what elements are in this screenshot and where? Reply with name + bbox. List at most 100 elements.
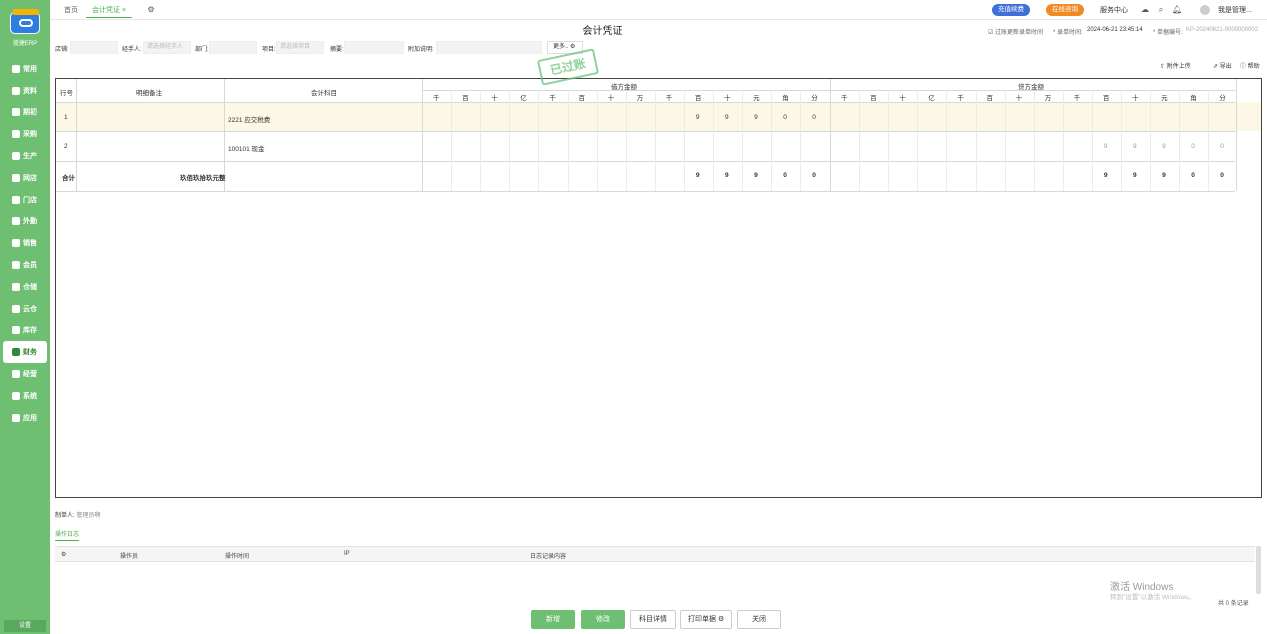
extra-input[interactable] <box>436 41 542 54</box>
sidebar-item[interactable]: 外勤 <box>0 211 50 233</box>
sidebar-item[interactable]: 会员 <box>0 254 50 276</box>
sidebar-item-label: 采购 <box>23 131 37 139</box>
maker-field: 制单人: 管理员啊 <box>55 510 100 519</box>
sidebar-item-label: 财务 <box>23 349 37 357</box>
post-update-checkbox[interactable]: ☑ 过账更新录单时间 <box>988 27 1043 36</box>
store-label: 店铺: <box>55 47 69 53</box>
handler-input[interactable]: 请选择经手人 <box>143 41 191 54</box>
debit-digit: 9 <box>725 114 729 121</box>
grid-vline <box>683 90 685 191</box>
nav-icon <box>12 217 20 226</box>
sidebar-item[interactable]: 销售 <box>0 232 50 254</box>
debit-digit-header: 十 <box>607 95 615 102</box>
tab-operation-log[interactable]: 操作日志 <box>55 529 80 541</box>
debit-digit: 9 <box>695 114 700 121</box>
bell-icon[interactable]: 🔔︎ <box>1172 5 1182 15</box>
grid-vline <box>596 90 598 191</box>
print-button[interactable]: 打印单据 ⚙ <box>680 610 732 629</box>
upload-button[interactable]: ⇧ 附件上传 <box>1160 61 1191 70</box>
gear-icon[interactable]: ⚙ <box>146 5 156 15</box>
sidebar-item[interactable]: 期初 <box>0 102 50 124</box>
grid-vline <box>422 79 423 191</box>
sidebar-item-label: 门店 <box>23 196 37 204</box>
cloud-icon[interactable]: ☁ <box>1140 5 1150 15</box>
maker-label: 制单人: <box>55 513 75 519</box>
grid-vline <box>1179 90 1181 191</box>
sidebar-item[interactable]: 经营 <box>0 363 50 385</box>
search-icon[interactable]: ⌕ <box>1156 5 1166 15</box>
sidebar-item[interactable]: 库存 <box>0 320 50 342</box>
project-input[interactable]: 请选择项目 <box>276 41 324 54</box>
total-debit-digit: 0 <box>812 172 816 179</box>
subject-detail-button[interactable]: 科目详情 <box>630 610 676 629</box>
log-table-header: ⚙ 操作员 操作时间 IP 日志记录内容 <box>55 546 1255 562</box>
sidebar-item-label: 期初 <box>23 109 37 117</box>
record-count: 共 0 条记录 <box>1218 601 1249 607</box>
row-subject[interactable]: 100101 现金 <box>228 143 265 153</box>
sidebar-item-label: 网店 <box>23 174 37 182</box>
online-chat-button[interactable]: 在线咨询 <box>1046 4 1084 16</box>
credit-digit-header: 万 <box>1044 95 1052 102</box>
export-button[interactable]: ⇗ 导出 <box>1213 61 1232 70</box>
recharge-button[interactable]: 充值续费 <box>992 4 1030 16</box>
user-menu[interactable]: 我是管理... <box>1212 3 1258 18</box>
sidebar-item-label: 仓储 <box>23 283 37 291</box>
sidebar-item[interactable]: 生产 <box>0 145 50 167</box>
total-debit-digit: 9 <box>725 172 729 179</box>
debit-digit-header: 角 <box>782 95 789 102</box>
summary-input[interactable] <box>344 41 404 54</box>
debit-digit: 9 <box>754 114 758 121</box>
sidebar-item[interactable]: 财务 <box>3 341 47 364</box>
debit-digit-header: 分 <box>811 95 818 102</box>
gear-icon[interactable]: ⚙ <box>61 551 66 558</box>
date-value[interactable]: 2024-06-21 23:45:14 <box>1087 27 1143 33</box>
grid-vline <box>538 90 540 191</box>
dept-input[interactable] <box>209 41 257 54</box>
add-button[interactable]: 新增 <box>531 610 575 629</box>
settings-button[interactable]: 设置 <box>4 620 46 632</box>
sidebar-item[interactable]: 云仓 <box>0 298 50 320</box>
tab-voucher[interactable]: 会计凭证 × <box>86 3 133 18</box>
total-debit-digit: 9 <box>695 172 700 179</box>
credit-digit: 0 <box>1191 143 1195 150</box>
total-credit-digit: 9 <box>1162 172 1166 179</box>
sidebar-item-label: 生产 <box>23 153 37 161</box>
row-number: 2 <box>64 143 68 150</box>
credit-digit-header: 百 <box>1102 95 1110 102</box>
sidebar-item[interactable]: 应用 <box>0 407 50 429</box>
nav-icon <box>12 391 20 400</box>
sidebar-item[interactable]: 采购 <box>0 123 50 145</box>
row-subject[interactable]: 2221 应交税费 <box>228 114 270 124</box>
edit-button[interactable]: 修改 <box>581 610 625 629</box>
sidebar-item[interactable]: 系统 <box>0 385 50 407</box>
sidebar-item-label: 常用 <box>23 65 37 73</box>
close-button[interactable]: 关闭 <box>737 610 781 629</box>
nav-icon <box>12 64 20 73</box>
help-button[interactable]: ⓘ 帮助 <box>1240 61 1260 70</box>
sidebar-item[interactable]: 仓储 <box>0 276 50 298</box>
date-label: * 录单时间: <box>1053 30 1083 36</box>
dept-label: 部门: <box>195 47 209 53</box>
sidebar-item[interactable]: 资料 <box>0 80 50 102</box>
credit-digit-header: 百 <box>986 95 994 102</box>
sidebar-item-label: 会员 <box>23 262 37 270</box>
gear-icon[interactable]: ⚙ <box>718 616 724 623</box>
scrollbar[interactable] <box>1256 546 1261 594</box>
log-col-content: 日志记录内容 <box>530 554 567 560</box>
sidebar-item[interactable]: 门店 <box>0 189 50 211</box>
grid-hline <box>56 161 1235 162</box>
top-bar: 首页 会计凭证 × ⚙ 充值续费 在线咨询 服务中心 ☁ ⌕ 🔔︎ 我是管理..… <box>50 0 1267 20</box>
grid-vline <box>859 90 861 191</box>
app-name: 揽捷ERP <box>12 41 38 47</box>
sidebar-item[interactable]: 网店 <box>0 167 50 189</box>
total-label: 合计 <box>62 175 75 182</box>
store-input[interactable] <box>70 41 118 54</box>
sidebar-item-label: 资料 <box>23 87 37 95</box>
debit-digit-header: 千 <box>665 95 673 102</box>
tab-home[interactable]: 首页 <box>58 3 84 18</box>
col-header-debit: 借方金额 <box>611 84 637 91</box>
avatar[interactable] <box>1200 5 1210 15</box>
sidebar-item[interactable]: 常用 <box>0 58 50 80</box>
log-col-ip: IP <box>344 551 350 557</box>
service-center-link[interactable]: 服务中心 <box>1094 3 1134 18</box>
